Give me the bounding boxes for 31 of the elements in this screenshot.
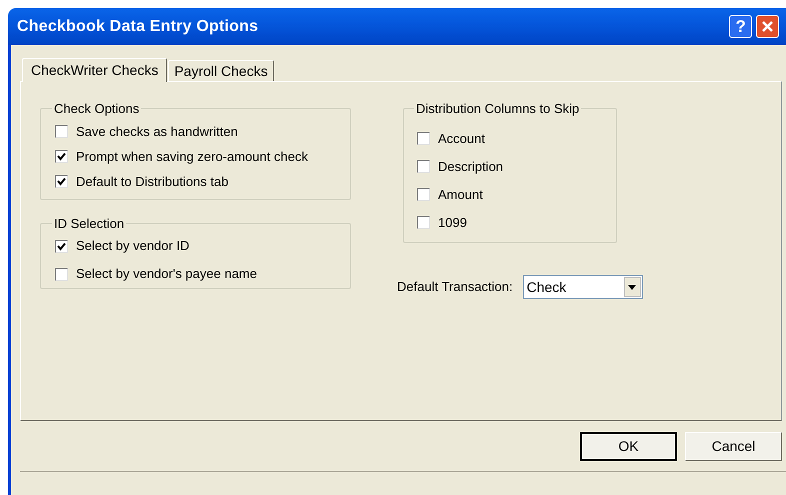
checkbox-label: Select by vendor's payee name [76, 265, 257, 284]
tab[interactable]: CheckWriter Checks [22, 58, 168, 82]
dropdown[interactable]: Check [522, 275, 643, 299]
group-title: ID Selection [53, 215, 126, 233]
field-label: Default Transaction: [397, 278, 513, 296]
checkbox-label: Description [438, 158, 504, 176]
checkbox[interactable] [55, 125, 68, 138]
help-button[interactable]: ? [729, 15, 752, 38]
group-title: Check Options [53, 100, 140, 118]
group-title: Distribution Columns to Skip [415, 100, 580, 118]
checkbox-label: Prompt when saving zero-amount check [76, 148, 308, 166]
checkbox-label: Account [438, 130, 485, 148]
checkbox[interactable] [417, 188, 430, 201]
checkbox[interactable] [417, 216, 430, 229]
checkbox-label: 1099 [438, 214, 467, 232]
checkbox[interactable] [55, 150, 68, 163]
checkbox[interactable] [417, 132, 430, 145]
dialog-button[interactable]: OK [580, 432, 677, 461]
tab[interactable]: Payroll Checks [168, 60, 274, 81]
checkbox[interactable] [55, 240, 68, 252]
checkbox-label: Default to Distributions tab [76, 172, 228, 191]
checkbox-label: Save checks as handwritten [76, 122, 238, 141]
close-icon[interactable] [756, 15, 780, 38]
checkbox-label: Amount [438, 186, 483, 204]
checkbox-label: Select by vendor ID [76, 237, 190, 256]
checkbox[interactable] [55, 268, 68, 280]
window-title: Checkbook Data Entry Options [17, 16, 258, 36]
checkbox[interactable] [55, 175, 68, 188]
checkbox[interactable] [417, 160, 430, 173]
caret-icon [624, 277, 641, 297]
dialog-button[interactable]: Cancel [685, 432, 782, 461]
